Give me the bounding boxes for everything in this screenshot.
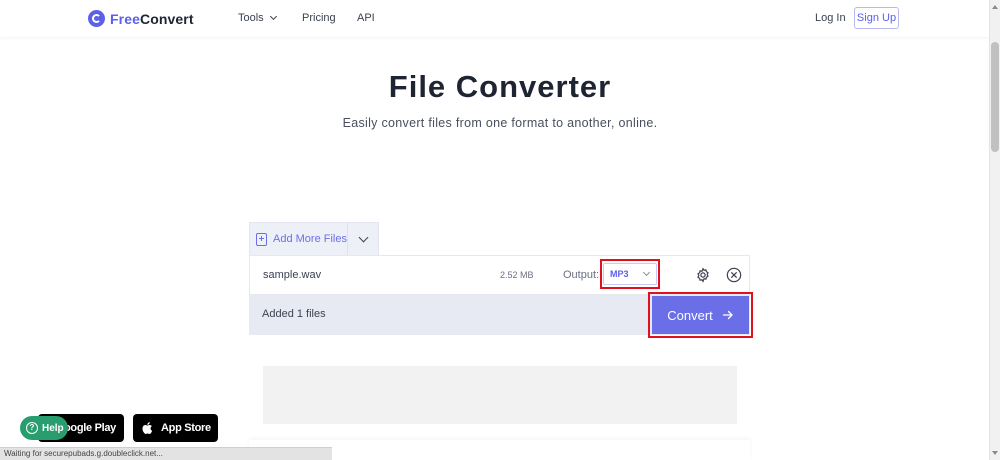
output-label: Output:	[563, 269, 600, 281]
app-store-label: App Store	[161, 422, 211, 434]
help-button[interactable]: ? Help	[20, 416, 68, 440]
signup-button[interactable]: Sign Up	[854, 7, 899, 29]
question-icon: ?	[26, 422, 38, 434]
chevron-down-icon	[642, 268, 651, 277]
nav-pricing[interactable]: Pricing	[302, 12, 336, 24]
apple-icon	[142, 422, 153, 434]
add-files-dropdown-toggle[interactable]	[348, 223, 378, 255]
convert-button[interactable]: Convert	[652, 296, 749, 334]
add-files-bar: Add More Files	[249, 222, 379, 255]
chevron-down-icon	[358, 232, 368, 242]
output-format-select[interactable]: MP3	[603, 263, 657, 285]
page-subtitle: Easily convert files from one format to …	[342, 116, 658, 130]
logo-free-text: Free	[110, 10, 140, 27]
file-size: 2.52 MB	[500, 270, 534, 280]
scroll-up-arrow-icon[interactable]	[992, 5, 998, 9]
add-more-files-label: Add More Files	[273, 233, 347, 245]
ad-placeholder	[263, 366, 737, 424]
nav-tools[interactable]: Tools	[238, 12, 277, 24]
nav-tools-label: Tools	[238, 12, 264, 24]
convert-label: Convert	[667, 307, 713, 323]
page-scrollbar[interactable]	[989, 0, 1000, 460]
scroll-thumb[interactable]	[991, 42, 999, 152]
browser-status-bar: Waiting for securepubads.g.doubleclick.n…	[0, 447, 332, 460]
scroll-down-arrow-icon[interactable]	[992, 451, 998, 455]
added-files-count: Added 1 files	[262, 308, 326, 320]
output-format-value: MP3	[610, 269, 629, 279]
app-store-badge[interactable]: App Store	[133, 414, 218, 442]
logo-text: FreeConvert	[110, 11, 194, 27]
logo-convert-text: Convert	[139, 10, 194, 27]
help-label: Help	[42, 422, 64, 434]
freeconvert-logo[interactable]: FreeConvert	[88, 10, 194, 27]
login-link[interactable]: Log In	[815, 12, 846, 24]
add-more-files-button[interactable]: Add More Files	[250, 223, 348, 255]
file-name: sample.wav	[263, 269, 322, 281]
close-icon[interactable]	[726, 267, 742, 283]
nav-api[interactable]: API	[357, 12, 375, 24]
page-title: File Converter	[388, 69, 612, 104]
gear-icon[interactable]	[695, 267, 711, 283]
arrow-right-icon	[722, 310, 733, 320]
file-plus-icon	[256, 232, 267, 246]
logo-icon	[88, 10, 105, 27]
file-row: sample.wav 2.52 MB Output: MP3	[249, 255, 750, 295]
chevron-down-icon	[269, 12, 277, 21]
top-navbar: FreeConvert Tools Pricing API Log In Sig…	[0, 0, 990, 37]
